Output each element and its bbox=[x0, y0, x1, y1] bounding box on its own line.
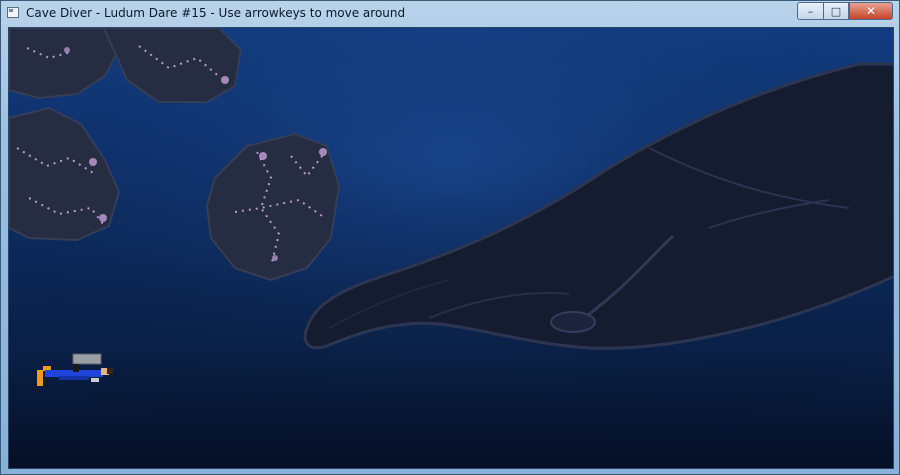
game-viewport[interactable] bbox=[8, 27, 894, 469]
window-title: Cave Diver - Ludum Dare #15 - Use arrowk… bbox=[26, 6, 406, 20]
title-bar[interactable]: Cave Diver - Ludum Dare #15 - Use arrowk… bbox=[1, 1, 899, 27]
window-controls: – □ ✕ bbox=[797, 2, 893, 20]
game-window: Cave Diver - Ludum Dare #15 - Use arrowk… bbox=[0, 0, 900, 475]
minimize-icon: – bbox=[807, 4, 814, 18]
game-scene bbox=[9, 28, 893, 468]
app-icon[interactable] bbox=[7, 7, 19, 18]
maximize-button[interactable]: □ bbox=[823, 2, 849, 20]
maximize-icon: □ bbox=[830, 4, 842, 18]
close-icon: ✕ bbox=[865, 4, 877, 18]
close-button[interactable]: ✕ bbox=[849, 2, 893, 20]
minimize-button[interactable]: – bbox=[797, 2, 823, 20]
